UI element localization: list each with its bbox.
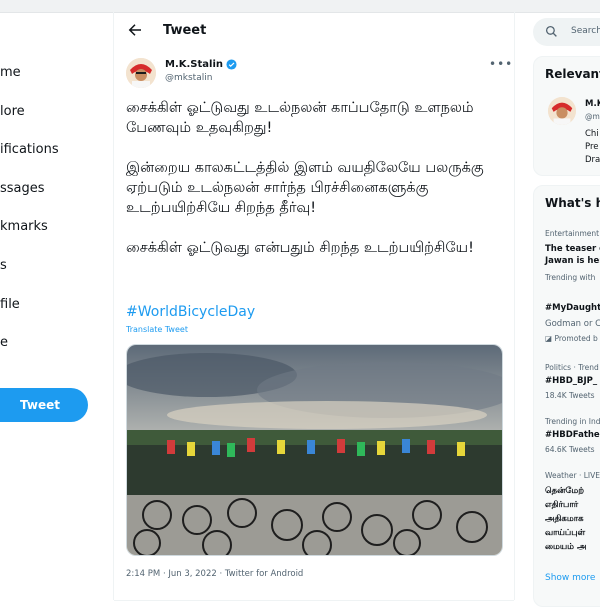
main-column: Tweet M.K.Stalin @mkstalin ••• சைக்கிள் … [113, 12, 515, 601]
relevant-handle[interactable]: @m [585, 112, 600, 121]
trend-title[interactable]: #MyDaught [545, 303, 600, 313]
relevant-avatar[interactable] [548, 97, 576, 125]
nav-home[interactable]: me [0, 65, 21, 80]
trend-meta: 18.4K Tweets [545, 391, 595, 400]
left-navigation: me lore ifications ssages kmarks s file … [0, 12, 112, 600]
trend-title[interactable]: #HBDFathe [545, 430, 600, 440]
relevant-bio-line: Pre [585, 142, 599, 152]
relevant-bio-line: Dra [585, 155, 600, 165]
more-options-icon[interactable]: ••• [489, 57, 513, 71]
tweet-header: Tweet [114, 12, 514, 50]
relevant-name[interactable]: M.K [585, 99, 600, 109]
whats-happening-title: What's h [545, 196, 600, 210]
trend-context: Weather · LIVE [545, 471, 600, 480]
trend-meta: Promoted b [554, 334, 598, 343]
translate-tweet-link[interactable]: Translate Tweet [126, 325, 188, 334]
relevant-title: Relevant [545, 67, 600, 81]
nav-lists[interactable]: s [0, 258, 7, 273]
trend-subtitle: Godman or C [545, 319, 600, 329]
trend-line[interactable]: அதிகமாக [545, 514, 584, 525]
author-avatar[interactable] [126, 58, 156, 88]
nav-notifications[interactable]: ifications [0, 142, 59, 157]
hashtag-link[interactable]: #WorldBicycleDay [126, 304, 255, 320]
divider [114, 600, 514, 601]
trend-line[interactable]: எதிர்பார் [545, 500, 578, 511]
tweet-timestamp[interactable]: 2:14 PM · Jun 3, 2022 · Twitter for Andr… [126, 569, 303, 579]
nav-more[interactable]: e [0, 335, 8, 350]
trend-subtitle[interactable]: Jawan is her [545, 256, 600, 266]
avatar-image [548, 97, 576, 125]
page-title: Tweet [163, 23, 207, 38]
nav-explore[interactable]: lore [0, 104, 25, 119]
arrow-left-icon[interactable] [126, 21, 144, 39]
avatar-image [126, 58, 156, 88]
trend-title[interactable]: தென்மேற் [545, 486, 584, 497]
trend-context: Politics · Trend [545, 363, 599, 372]
author-name[interactable]: M.K.Stalin [165, 59, 223, 70]
trend-line[interactable]: மையம் அ [545, 542, 586, 553]
search-input[interactable]: Search [533, 18, 600, 46]
trend-title[interactable]: #HBD_BJP_ [545, 376, 597, 386]
trend-title[interactable]: The teaser o [545, 244, 600, 254]
nav-profile[interactable]: file [0, 297, 20, 312]
relevant-bio-line: Chi [585, 129, 599, 139]
author-handle[interactable]: @mkstalin [165, 73, 212, 83]
nav-messages[interactable]: ssages [0, 181, 45, 196]
cyclists-group-photo [127, 345, 502, 555]
whats-happening-card: What's h Entertainment The teaser o Jawa… [533, 185, 600, 607]
search-icon [545, 25, 557, 37]
trend-context: Trending in Ind [545, 417, 600, 426]
search-placeholder: Search [571, 26, 600, 36]
author-name-line[interactable]: M.K.Stalin [165, 59, 237, 70]
promoted-label: ◪ Promoted b [545, 334, 598, 343]
tweet-photo[interactable] [126, 344, 503, 556]
show-more-link[interactable]: Show more [545, 573, 595, 583]
tweet-text: சைக்கிள் ஓட்டுவது உடல்நலன் காப்பதோடு உளந… [126, 100, 484, 256]
verified-badge-icon [226, 59, 237, 70]
trend-context: Entertainment [545, 229, 600, 238]
nav-bookmarks[interactable]: kmarks [0, 219, 48, 234]
trend-meta: 64.6K Tweets [545, 445, 595, 454]
trend-line[interactable]: வாய்ப்புள் [545, 528, 585, 539]
relevant-people-card: Relevant M.K @m Chi Pre Dra [533, 56, 600, 176]
trend-meta: Trending with [545, 273, 596, 282]
tweet-compose-button[interactable]: Tweet [0, 388, 88, 422]
